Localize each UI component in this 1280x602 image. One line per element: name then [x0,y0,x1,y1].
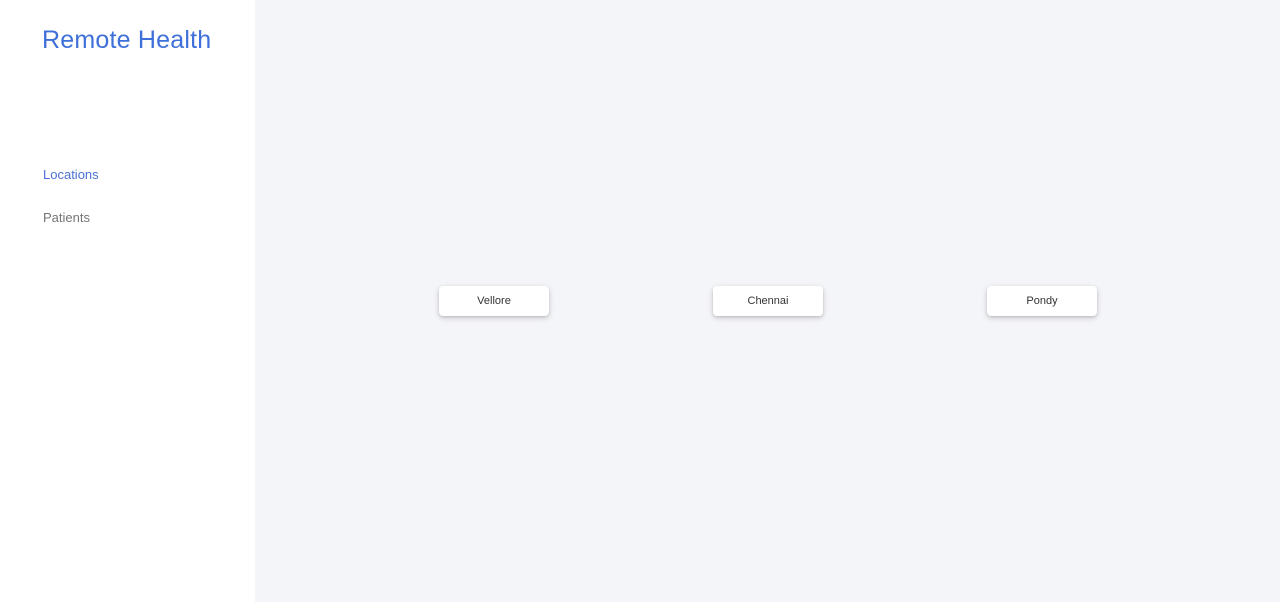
sidebar-item-locations[interactable]: Locations [43,167,99,182]
location-card-pondy[interactable]: Pondy [987,286,1097,316]
main-content: Vellore Chennai Pondy [255,0,1280,602]
location-card-vellore[interactable]: Vellore [439,286,549,316]
sidebar: Remote Health Locations Patients [0,0,255,602]
sidebar-item-patients[interactable]: Patients [43,210,90,225]
app-title: Remote Health [42,26,212,54]
location-card-chennai[interactable]: Chennai [713,286,823,316]
app-window: Remote Health Locations Patients Vellore… [0,0,1280,602]
